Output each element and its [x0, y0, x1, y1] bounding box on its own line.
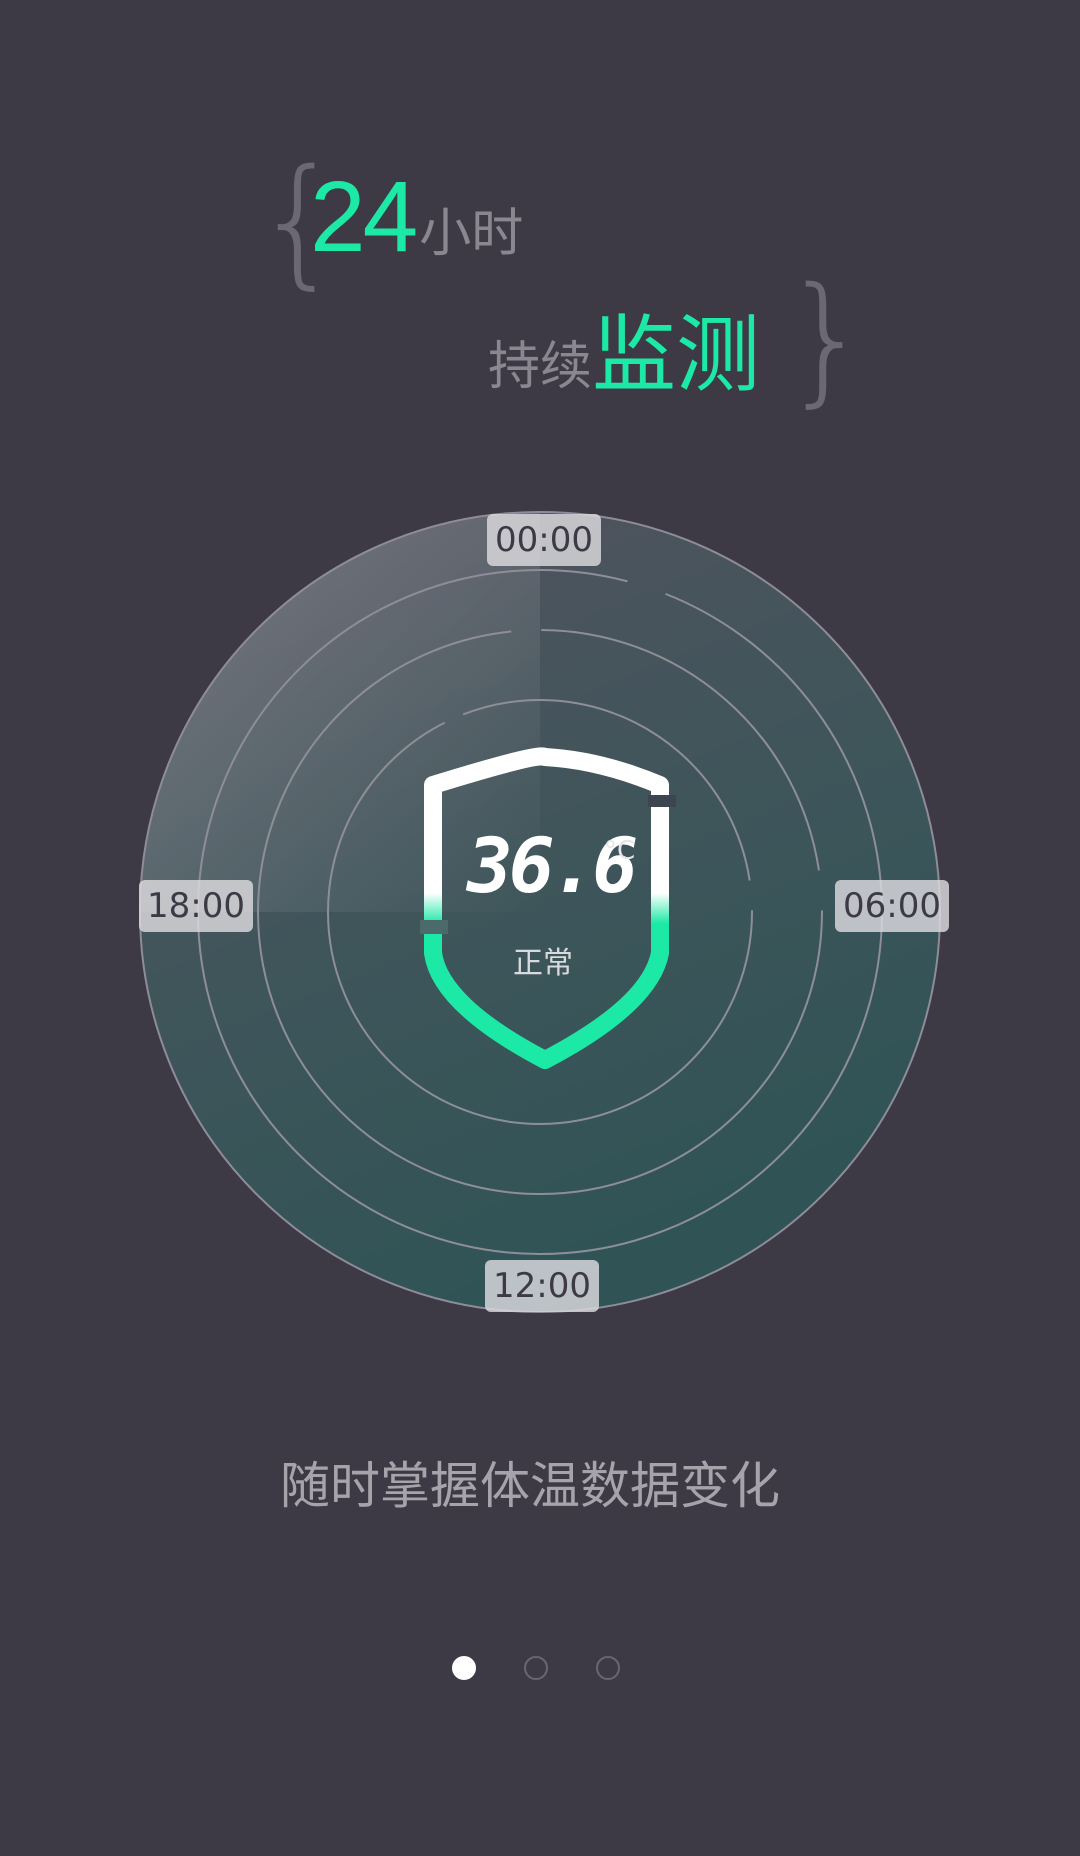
feature-caption: 随时掌握体温数据变化	[280, 1457, 780, 1515]
time-label-1800: 18:00	[139, 880, 253, 932]
page-dot-2[interactable]	[524, 1656, 548, 1680]
page-dot-1[interactable]	[452, 1656, 476, 1680]
page-dot-3[interactable]	[596, 1656, 620, 1680]
shield-gap-left	[420, 920, 448, 934]
time-label-0000: 00:00	[487, 514, 601, 566]
temperature-unit: °C	[604, 836, 636, 866]
status-text: 正常	[513, 946, 573, 981]
page-indicator	[452, 1656, 620, 1680]
shield-gap-right	[648, 795, 676, 807]
time-label-0600: 06:00	[835, 880, 949, 932]
time-label-1200: 12:00	[485, 1260, 599, 1312]
